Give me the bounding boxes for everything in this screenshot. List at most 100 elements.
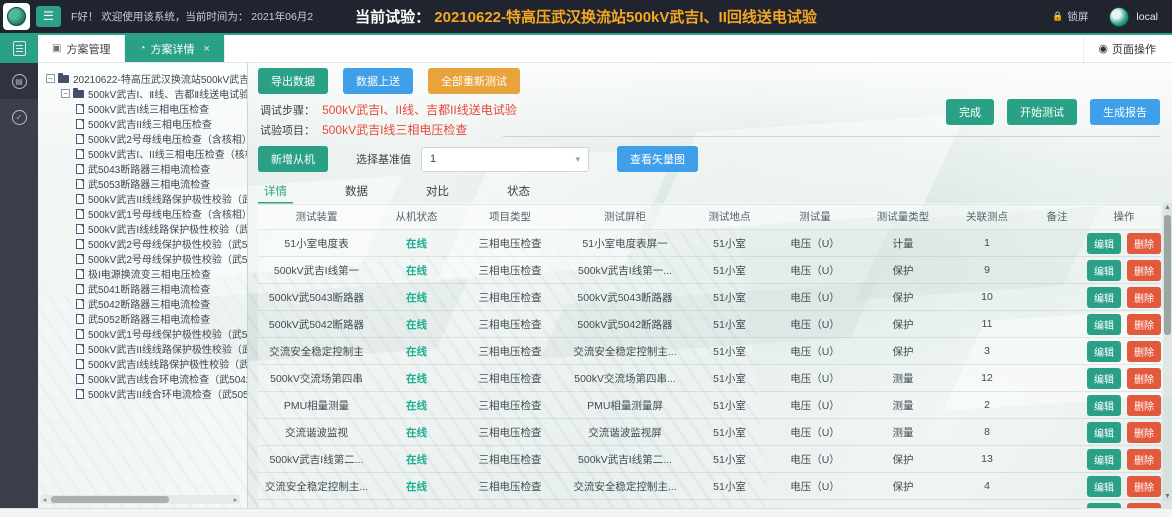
- generate-report-button[interactable]: 生成报告: [1090, 99, 1160, 125]
- tree-item[interactable]: 极I电源换流变三相电压检查: [42, 266, 247, 281]
- edit-button[interactable]: 编辑: [1087, 233, 1121, 254]
- start-test-button[interactable]: 开始测试: [1007, 99, 1077, 125]
- subtab-data[interactable]: 数据: [339, 181, 374, 204]
- edit-button[interactable]: 编辑: [1087, 314, 1121, 335]
- sidebar-item-monitor[interactable]: ▤: [0, 63, 38, 99]
- tree-item[interactable]: 武5041断路器三相电流检查: [42, 281, 247, 296]
- view-vector-diagram-button[interactable]: 查看矢量图: [617, 146, 698, 172]
- delete-button[interactable]: 删除: [1127, 449, 1161, 470]
- tree-item[interactable]: 武5052断路器三相电流检查: [42, 311, 247, 326]
- remark-cell: [1027, 419, 1087, 445]
- device-cell: 51小室电度表: [258, 230, 375, 256]
- delete-button[interactable]: 删除: [1127, 476, 1161, 497]
- delete-button[interactable]: 删除: [1127, 368, 1161, 389]
- edit-button[interactable]: 编辑: [1087, 368, 1121, 389]
- tree-item[interactable]: 500kV武吉I线线路保护极性校验（武504: [42, 356, 247, 371]
- tree-item[interactable]: 500kV武2号母线电压检查（含核相）: [42, 131, 247, 146]
- hamburger-menu-button[interactable]: ☰: [36, 6, 61, 27]
- horizontal-scrollbar[interactable]: ◂ ▸: [40, 495, 240, 504]
- page-action-menu[interactable]: ◉ 页面操作: [1083, 35, 1172, 62]
- horizontal-scrollbar-thumb[interactable]: [51, 496, 169, 503]
- add-slave-button[interactable]: 新增从机: [258, 146, 328, 172]
- scroll-down-icon[interactable]: ▼: [1163, 493, 1172, 500]
- tree-item[interactable]: 武5042断路器三相电流检查: [42, 296, 247, 311]
- tree-item[interactable]: 500kV武吉II线三相电压检查: [42, 116, 247, 131]
- tree-item-label: 500kV武吉II线合环电流检查（武5052、武: [88, 386, 248, 401]
- type-cell: 三相电压检查: [458, 284, 562, 310]
- tree-item[interactable]: −20210622-特高压武汉换流站500kV武吉I、II回: [42, 71, 247, 86]
- tree-item[interactable]: 500kV武吉II线合环电流检查（武5052、武: [42, 386, 247, 401]
- edit-button[interactable]: 编辑: [1087, 449, 1121, 470]
- subtab-status[interactable]: 状态: [501, 181, 536, 204]
- edit-button[interactable]: 编辑: [1087, 341, 1121, 362]
- delete-button[interactable]: 删除: [1127, 260, 1161, 281]
- scroll-up-icon[interactable]: ▲: [1163, 204, 1172, 211]
- export-data-button[interactable]: 导出数据: [258, 68, 328, 94]
- tree-item[interactable]: 500kV武1号母线电压检查（含核相）: [42, 206, 247, 221]
- tree-item[interactable]: 500kV武吉I线合环电流检查（武5042、武5: [42, 371, 247, 386]
- scroll-left-icon[interactable]: ◂: [40, 496, 49, 504]
- user-avatar[interactable]: [1109, 7, 1129, 27]
- tab-plan-manage[interactable]: ▣ 方案管理: [38, 35, 125, 62]
- quantity-type-cell: 保护: [859, 284, 947, 310]
- tree-item[interactable]: 武5053断路器三相电流检查: [42, 176, 247, 191]
- tree-item[interactable]: 500kV武吉II线线路保护极性校验（武505: [42, 191, 247, 206]
- sidebar-home-button[interactable]: [0, 33, 38, 63]
- status-cell: 在线: [375, 500, 458, 508]
- tab-plan-detail[interactable]: ◔ 方案详情 ×: [125, 35, 224, 62]
- close-tab-icon[interactable]: ×: [204, 43, 210, 55]
- device-cell: PMU相量测量: [258, 392, 375, 418]
- tree-item[interactable]: 500kV武吉II线线路保护极性校验（武505: [42, 341, 247, 356]
- file-icon: [76, 329, 84, 339]
- tree-item-label: 500kV武吉II线线路保护极性校验（武505: [88, 341, 248, 356]
- tree-item[interactable]: 武5043断路器三相电流检查: [42, 161, 247, 176]
- delete-button[interactable]: 删除: [1127, 395, 1161, 416]
- tree-item[interactable]: −500kV武吉Ⅰ、Ⅱ线、吉都Ⅱ线送电试验: [42, 86, 247, 101]
- status-cell: 在线: [375, 419, 458, 445]
- collapse-icon[interactable]: −: [61, 89, 70, 98]
- collapse-icon[interactable]: −: [46, 74, 55, 83]
- vertical-scrollbar-thumb[interactable]: [1164, 215, 1171, 335]
- action-buttons: 完成 开始测试 生成报告: [946, 99, 1160, 125]
- remark-cell: [1027, 338, 1087, 364]
- page-action-label: 页面操作: [1112, 41, 1156, 57]
- delete-button[interactable]: 删除: [1127, 422, 1161, 443]
- subtab-compare[interactable]: 对比: [420, 181, 455, 204]
- location-cell: 51小室: [688, 311, 771, 337]
- lock-screen-button[interactable]: 🔒 锁屏: [1052, 9, 1088, 24]
- actions-cell: 编辑删除: [1087, 500, 1161, 508]
- finish-button[interactable]: 完成: [946, 99, 994, 125]
- current-test-label: 当前试验：: [355, 9, 430, 26]
- tree-item[interactable]: 500kV武2号母线保护极性校验（武5043、: [42, 236, 247, 251]
- subtab-detail[interactable]: 详情: [258, 181, 293, 204]
- edit-button[interactable]: 编辑: [1087, 395, 1121, 416]
- delete-button[interactable]: 删除: [1127, 314, 1161, 335]
- tree-item[interactable]: 500kV武2号母线保护极性校验（武5043、: [42, 251, 247, 266]
- remark-cell: [1027, 284, 1087, 310]
- tree-item[interactable]: 500kV武吉I线三相电压检查: [42, 101, 247, 116]
- edit-button[interactable]: 编辑: [1087, 476, 1121, 497]
- file-icon: [76, 119, 84, 129]
- tree-item[interactable]: 500kV武1号母线保护极性校验（武5041、: [42, 326, 247, 341]
- base-value-select[interactable]: 1 ▾: [421, 147, 589, 172]
- remark-cell: [1027, 311, 1087, 337]
- scroll-right-icon[interactable]: ▸: [231, 496, 240, 504]
- plan-doc-icon: ▣: [52, 43, 61, 54]
- retest-all-button[interactable]: 全部重新测试: [428, 68, 520, 94]
- delete-button[interactable]: 删除: [1127, 233, 1161, 254]
- upload-data-button[interactable]: 数据上送: [343, 68, 413, 94]
- device-cell: 500kV武5043断路器: [258, 284, 375, 310]
- main-content: 导出数据 数据上送 全部重新测试 调试步骤： 500kV武吉I、II线、吉都II…: [248, 63, 1172, 508]
- tree-item[interactable]: 500kV武吉I、II线三相电压检查（核相）: [42, 146, 247, 161]
- delete-button[interactable]: 删除: [1127, 341, 1161, 362]
- status-cell: 在线: [375, 338, 458, 364]
- edit-button[interactable]: 编辑: [1087, 287, 1121, 308]
- edit-button[interactable]: 编辑: [1087, 422, 1121, 443]
- vertical-scrollbar[interactable]: ▲ ▼: [1163, 203, 1172, 501]
- panel-cell: 500kV武5043断路器: [562, 284, 688, 310]
- edit-button[interactable]: 编辑: [1087, 260, 1121, 281]
- delete-button[interactable]: 删除: [1127, 287, 1161, 308]
- app-logo: [3, 3, 30, 30]
- sidebar-item-security[interactable]: ✓: [0, 99, 38, 135]
- tree-item[interactable]: 500kV武吉I线线路保护极性校验（武504: [42, 221, 247, 236]
